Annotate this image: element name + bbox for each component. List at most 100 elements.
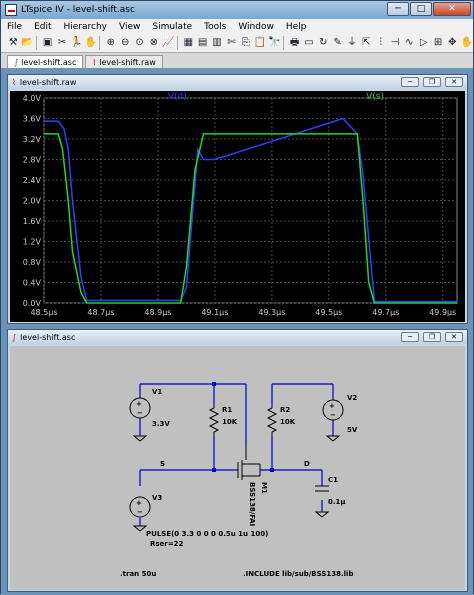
voltage-source-v3[interactable]: +− (129, 496, 151, 518)
waveform-restore-button[interactable]: ❐ (423, 77, 441, 87)
cascade-icon[interactable]: ▤ (196, 36, 208, 50)
r1-label: R1 (222, 406, 232, 414)
menu-view[interactable]: View (119, 22, 140, 32)
menu-tools[interactable]: Tools (204, 22, 226, 32)
y-tick-label: 3.6V (23, 115, 42, 124)
toolbar: ⚒ 📂 ▣ ✂ 🏃 ✋ ⊕ ⊖ ⊙ ⊗ 📈 ▦ ▤ ▥ ✄ ⎘ 📋 🔭 🖶 ▭ … (1, 34, 473, 53)
v2-value: 5V (347, 426, 358, 434)
hammer-icon[interactable]: ⚒ (7, 36, 19, 50)
schematic-window-title: level-shift.asc (20, 332, 76, 342)
schematic-icon: ∫ (14, 57, 19, 67)
zoom-in-icon[interactable]: ⊕ (105, 36, 117, 50)
zoom-area-icon[interactable]: ⊗ (148, 36, 160, 50)
inductor-icon[interactable]: ∿ (403, 36, 415, 50)
tab-level-shift-asc[interactable]: ∫ level-shift.asc (7, 55, 84, 68)
ground-icon (132, 435, 148, 442)
waveform-plot[interactable]: 4.0V 3.6V 3.2V 2.8V 2.4V 2.0V 1.6V 1.2V 0.8V 0.4V… (10, 91, 465, 322)
drag-icon[interactable]: ✋ (461, 36, 473, 50)
schematic-minimize-button[interactable]: ─ (401, 332, 419, 342)
ground-icon[interactable]: ⏚ (346, 36, 358, 50)
menu-hierarchy[interactable]: Hierarchy (64, 22, 108, 32)
close-button[interactable]: ✕ (433, 2, 471, 16)
print-icon[interactable]: 🖶 (288, 36, 300, 50)
tab-label: level-shift.asc (21, 57, 77, 67)
schematic-window: ∫ level-shift.asc ─ ❐ ✕ + − + − + − V1 3… (7, 329, 468, 592)
waveform-window-title: level-shift.raw (19, 77, 77, 87)
waveform-close-button[interactable]: ✕ (445, 77, 463, 87)
x-tick-label: 48.7µs (87, 308, 114, 317)
menu-bar: File Edit Hierarchy View Simulate Tools … (1, 19, 473, 34)
schematic-close-button[interactable]: ✕ (445, 332, 463, 342)
y-tick-label: 0.4V (23, 279, 42, 288)
y-tick-label: 0.8V (23, 258, 42, 267)
diode-icon[interactable]: ▷ (418, 36, 430, 50)
toolbar-separator (282, 36, 287, 50)
halt-icon[interactable]: ✋ (85, 36, 97, 50)
schematic-canvas[interactable]: + − + − + − V1 3.3V R1 10K R2 10K V2 5V … (10, 346, 465, 590)
find-icon[interactable]: 🔭 (268, 36, 280, 50)
trace-label-vs: V(s) (366, 92, 384, 102)
mosfet-model: BSS138/FAI (248, 482, 256, 526)
rotate-icon[interactable]: ↻ (317, 36, 329, 50)
resistor-r2[interactable] (266, 404, 278, 436)
menu-window[interactable]: Window (238, 22, 274, 32)
v3-rser: Rser=22 (150, 540, 183, 548)
mosfet-m1[interactable] (237, 446, 261, 480)
menu-help[interactable]: Help (286, 22, 307, 32)
voltage-source-v1[interactable]: +− (129, 397, 151, 419)
resistor-icon[interactable]: ⫶ (374, 36, 386, 50)
menu-file[interactable]: File (7, 22, 22, 32)
resistor-r1[interactable] (208, 404, 220, 436)
tile-icon[interactable]: ▦ (182, 36, 194, 50)
schematic-restore-button[interactable]: ❐ (423, 332, 441, 342)
c1-label: C1 (328, 476, 338, 484)
menu-edit[interactable]: Edit (34, 22, 51, 32)
voltage-source-v2[interactable]: +− (322, 399, 344, 421)
document-tabs: ∫ level-shift.asc ⌇ level-shift.raw (1, 53, 473, 68)
component-icon[interactable]: ⊞ (432, 36, 444, 50)
zoom-out-icon[interactable]: ⊖ (119, 36, 131, 50)
copy-icon[interactable]: ⎘ (240, 36, 252, 50)
svg-text:−: − (330, 411, 336, 419)
x-tick-label: 48.5µs (30, 308, 57, 317)
open-folder-icon[interactable]: 📂 (21, 36, 33, 50)
y-tick-label: 2.4V (23, 176, 42, 185)
mdi-workspace: ⌇ level-shift.raw ─ ❐ ✕ 4.0V 3.6V 3.2V 2.8V… (1, 68, 473, 595)
x-tick-label: 49.7µs (372, 308, 399, 317)
wire-icon[interactable]: ✎ (331, 36, 343, 50)
r2-value: 10K (280, 418, 296, 426)
cut-scissors-icon[interactable]: ✂ (56, 36, 68, 50)
print-preview-icon[interactable]: ▭ (303, 36, 315, 50)
waveform-minimize-button[interactable]: ─ (401, 77, 419, 87)
cut-icon[interactable]: ✄ (225, 36, 237, 50)
save-icon[interactable]: ▣ (41, 36, 53, 50)
svg-text:+: + (136, 400, 142, 408)
waveform-icon[interactable]: 📈 (162, 36, 174, 50)
capacitor-c1[interactable] (315, 485, 329, 492)
x-tick-label: 48.9µs (144, 308, 171, 317)
v1-label: V1 (152, 388, 162, 396)
junction-dot (270, 468, 274, 472)
maximize-button[interactable]: □ (410, 2, 432, 16)
move-icon[interactable]: ✥ (446, 36, 458, 50)
schematic-window-titlebar[interactable]: ∫ level-shift.asc ─ ❐ ✕ (8, 330, 467, 344)
tab-level-shift-raw[interactable]: ⌇ level-shift.raw (85, 55, 163, 68)
svg-text:+: + (329, 402, 335, 410)
waveform-chart: 4.0V 3.6V 3.2V 2.8V 2.4V 2.0V 1.6V 1.2V 0.8V 0.4V… (23, 92, 458, 317)
ground-icon (132, 525, 148, 532)
y-tick-label: 3.2V (23, 135, 42, 144)
label-icon[interactable]: ⇱ (360, 36, 372, 50)
run-icon[interactable]: 🏃 (70, 36, 82, 50)
zoom-fit-icon[interactable]: ⊙ (133, 36, 145, 50)
y-tick-label: 1.2V (23, 238, 42, 247)
minimize-button[interactable]: ─ (387, 2, 409, 16)
capacitor-icon[interactable]: ⊣ (389, 36, 401, 50)
close-window-icon[interactable]: ▥ (211, 36, 223, 50)
menu-simulate[interactable]: Simulate (152, 22, 192, 32)
net-label-d: D (304, 460, 310, 468)
paste-icon[interactable]: 📋 (254, 36, 266, 50)
waveform-window-titlebar[interactable]: ⌇ level-shift.raw ─ ❐ ✕ (8, 75, 467, 89)
title-bar[interactable]: LTspice IV - level-shift.asc ─ □ ✕ (1, 1, 473, 19)
svg-text:−: − (137, 409, 143, 417)
tran-directive: .tran 50u (120, 570, 156, 578)
